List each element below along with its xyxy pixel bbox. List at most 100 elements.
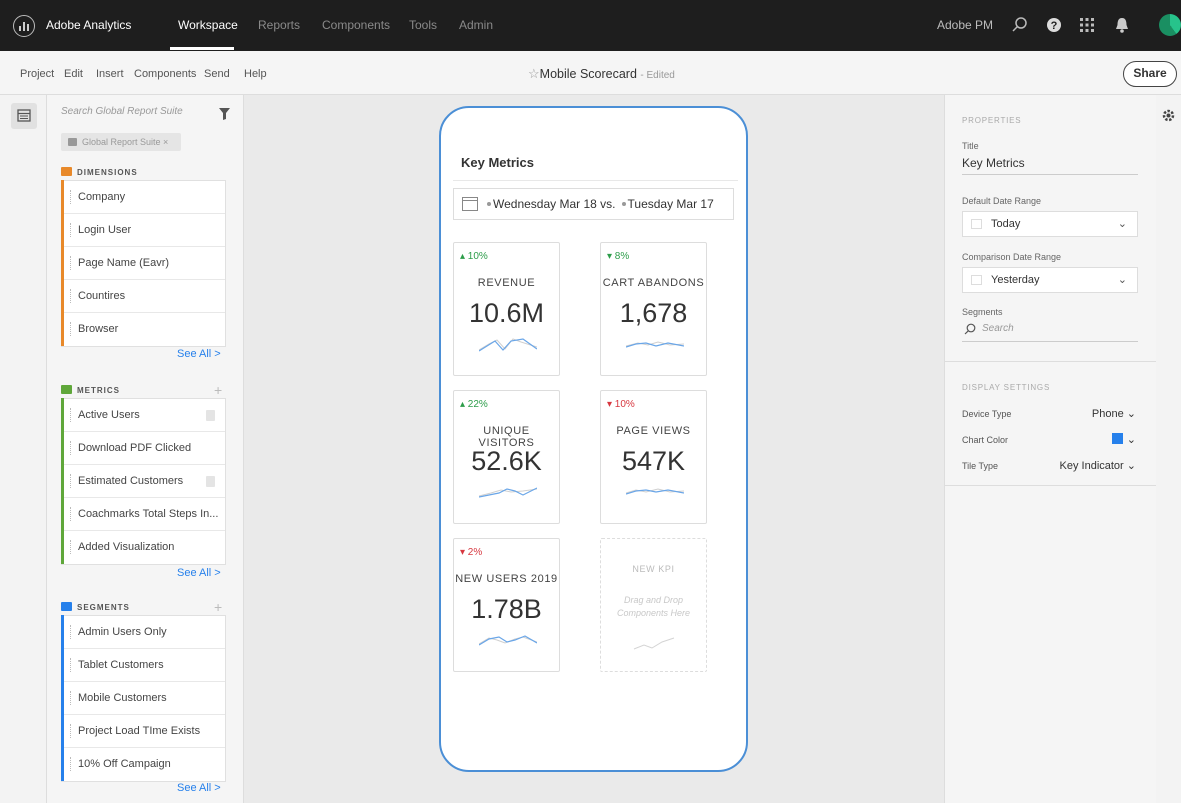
tile-type-select[interactable]: Key Indicator ⌄: [1060, 459, 1136, 472]
list-item[interactable]: 10% Off Campaign: [61, 747, 225, 781]
sparkline-chart: [626, 488, 684, 495]
notifications-bell-icon[interactable]: [1114, 16, 1130, 34]
phone-preview: Key Metrics Wednesday Mar 18 vs. Tuesday …: [439, 106, 748, 772]
list-item[interactable]: Mobile Customers: [61, 681, 225, 715]
segments-see-all-link[interactable]: See All >: [177, 782, 221, 794]
adobe-analytics-logo-icon[interactable]: [13, 15, 35, 37]
share-button[interactable]: Share: [1123, 61, 1177, 87]
dimension-label: Browser: [78, 323, 119, 335]
metrics-see-all-link[interactable]: See All >: [177, 567, 221, 579]
scorecard-title[interactable]: Key Metrics: [461, 155, 534, 170]
apps-grid-icon[interactable]: [1078, 16, 1096, 34]
list-item[interactable]: Estimated Customers: [61, 464, 225, 498]
chart-color-select[interactable]: ⌄: [1111, 433, 1136, 446]
segments-label: Segments: [962, 307, 1003, 317]
device-type-select[interactable]: Phone ⌄: [1092, 407, 1136, 420]
chevron-down-icon: ⌄: [1117, 274, 1127, 286]
info-doc-icon[interactable]: [206, 476, 215, 487]
kpi-tile-revenue[interactable]: ▴ 10% REVENUE 10.6M: [453, 242, 560, 376]
filter-icon[interactable]: [219, 108, 230, 120]
placeholder-sparkline: [633, 637, 675, 650]
chart-color-label: Chart Color: [962, 435, 1009, 445]
dimension-label: Countires: [78, 290, 126, 302]
list-item[interactable]: Login User: [61, 213, 225, 247]
segment-label: Mobile Customers: [78, 692, 167, 704]
list-item[interactable]: Tablet Customers: [61, 648, 225, 682]
info-doc-icon[interactable]: [206, 410, 215, 421]
kpi-tile-unique-visitors[interactable]: ▴ 22% UNIQUE VISITORS 52.6K: [453, 390, 560, 524]
drop-hint: Drag and Drop Components Here: [616, 595, 691, 618]
org-switcher[interactable]: Adobe PM: [937, 18, 993, 32]
metrics-icon: [61, 385, 72, 394]
default-date-range-select[interactable]: Today ⌄: [962, 211, 1138, 237]
comparison-date: Tuesday Mar 17: [627, 197, 714, 211]
menu-help[interactable]: Help: [244, 68, 267, 80]
project-title[interactable]: ☆Mobile Scorecard - Edited: [528, 66, 675, 82]
kpi-value: 547K: [621, 446, 686, 476]
menu-insert[interactable]: Insert: [96, 68, 124, 80]
menu-project[interactable]: Project: [20, 68, 54, 80]
sparkline-chart: [626, 341, 684, 348]
kpi-label: CART ABANDONS: [602, 277, 705, 289]
segments-search-input[interactable]: Search: [982, 323, 1014, 334]
properties-panel: PROPERTIES Title Key Metrics Default Dat…: [944, 95, 1157, 803]
list-item[interactable]: Download PDF Clicked: [61, 431, 225, 465]
metrics-title: METRICS: [77, 386, 120, 395]
kpi-tile-new-users[interactable]: ▾ 2% NEW USERS 2019 1.78B: [453, 538, 560, 672]
user-avatar[interactable]: [1159, 14, 1181, 36]
kpi-tile-cart-abandons[interactable]: ▾ 8% CART ABANDONS 1,678: [600, 242, 707, 376]
nav-admin[interactable]: Admin: [459, 18, 493, 32]
list-item[interactable]: Added Visualization: [61, 530, 225, 564]
display-settings-section-title: DISPLAY SETTINGS: [962, 383, 1051, 392]
segments-icon: [61, 602, 72, 611]
primary-date: Wednesday Mar 18 vs.: [493, 197, 616, 211]
list-item[interactable]: Page Name (Eavr): [61, 246, 225, 280]
menu-edit[interactable]: Edit: [64, 68, 83, 80]
list-item[interactable]: Browser: [61, 312, 225, 346]
change-indicator: ▴ 10%: [460, 251, 488, 262]
segment-label: Tablet Customers: [78, 659, 164, 671]
help-icon[interactable]: ?: [1045, 16, 1063, 34]
menu-components[interactable]: Components: [134, 68, 196, 80]
kpi-tile-page-views[interactable]: ▾ 10% PAGE VIEWS 547K: [600, 390, 707, 524]
search-icon[interactable]: [1011, 16, 1029, 34]
menu-send[interactable]: Send: [204, 68, 230, 80]
app-name[interactable]: Adobe Analytics: [46, 18, 131, 32]
date-range-selector[interactable]: Wednesday Mar 18 vs. Tuesday Mar 17: [453, 188, 734, 220]
title-input[interactable]: Key Metrics: [962, 156, 1025, 170]
nav-workspace[interactable]: Workspace: [178, 18, 238, 32]
dimension-label: Company: [78, 191, 126, 203]
list-item[interactable]: Countires: [61, 279, 225, 313]
kpi-label: NEW USERS 2019: [455, 573, 558, 585]
title-label: Title: [962, 141, 979, 151]
metric-label: Download PDF Clicked: [78, 442, 192, 454]
components-panel: Search Global Report Suite Global Report…: [47, 95, 244, 803]
nav-tools[interactable]: Tools: [409, 18, 437, 32]
new-kpi-drop-zone[interactable]: NEW KPI Drag and Drop Components Here: [600, 538, 707, 672]
add-segment-icon[interactable]: +: [214, 599, 223, 615]
comparison-date-range-select[interactable]: Yesterday ⌄: [962, 267, 1138, 293]
new-kpi-label: NEW KPI: [632, 564, 675, 574]
add-metric-icon[interactable]: +: [214, 382, 223, 398]
report-suite-chip[interactable]: Global Report Suite ×: [61, 133, 181, 151]
panel-toggle[interactable]: [11, 103, 37, 129]
nav-reports[interactable]: Reports: [258, 18, 300, 32]
change-indicator: ▾ 2%: [460, 547, 483, 558]
segment-label: 10% Off Campaign: [78, 758, 171, 770]
list-item[interactable]: Admin Users Only: [61, 615, 225, 649]
favorite-star-icon[interactable]: ☆: [528, 66, 540, 81]
metrics-list: Active Users Download PDF Clicked Estima…: [61, 398, 226, 565]
dimensions-icon: [61, 167, 72, 176]
list-item[interactable]: Company: [61, 180, 225, 214]
segment-label: Admin Users Only: [78, 626, 167, 638]
metric-label: Active Users: [78, 409, 140, 421]
list-item[interactable]: Project Load TIme Exists: [61, 714, 225, 748]
list-item[interactable]: Active Users: [61, 398, 225, 432]
list-item[interactable]: Coachmarks Total Steps In...: [61, 497, 225, 531]
component-search-input[interactable]: Search Global Report Suite: [61, 106, 183, 117]
metric-label: Coachmarks Total Steps In...: [78, 508, 219, 520]
gear-icon[interactable]: [1161, 108, 1176, 123]
chevron-down-icon: ⌄: [1117, 218, 1127, 230]
nav-components[interactable]: Components: [322, 18, 390, 32]
dimensions-see-all-link[interactable]: See All >: [177, 348, 221, 360]
